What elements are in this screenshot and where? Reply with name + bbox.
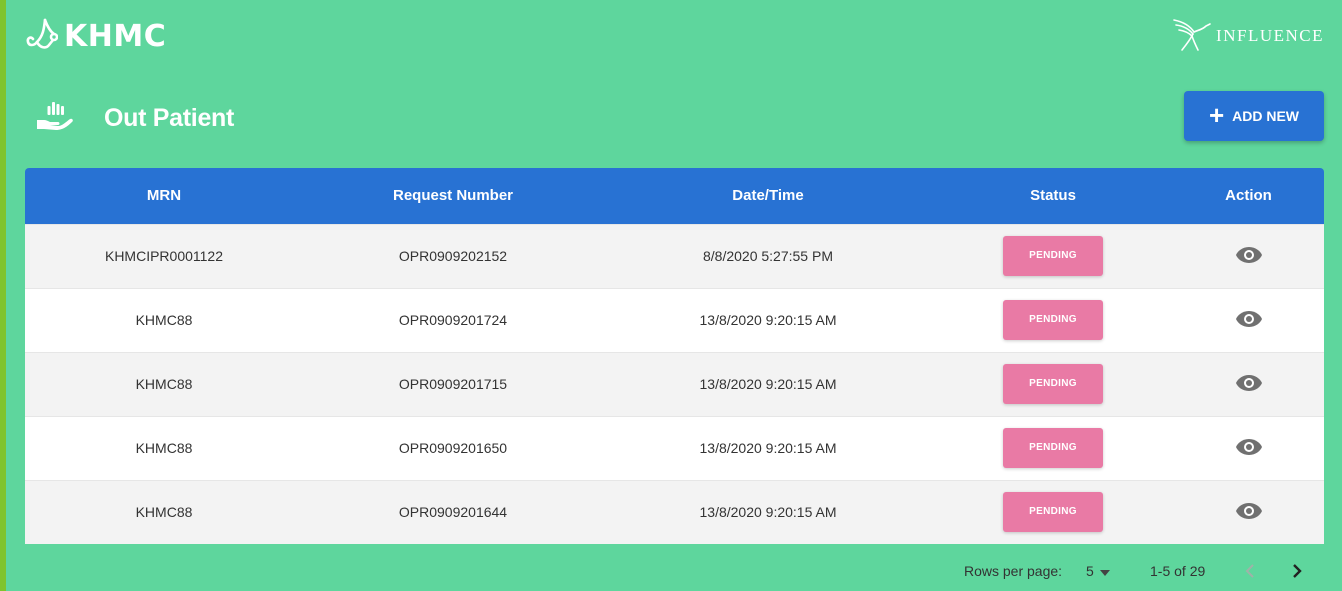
cell-date-time: 8/8/2020 5:27:55 PM	[603, 223, 933, 288]
eye-icon[interactable]	[1235, 309, 1263, 329]
cell-status: PENDING	[933, 415, 1173, 480]
cell-action	[1173, 287, 1324, 352]
eye-icon[interactable]	[1235, 437, 1263, 457]
cell-action	[1173, 415, 1324, 480]
column-header-request-number[interactable]: Request Number	[303, 168, 603, 224]
rows-per-page-select[interactable]: 5	[1086, 563, 1110, 579]
status-badge[interactable]: PENDING	[1003, 364, 1103, 404]
cell-date-time: 13/8/2020 9:20:15 AM	[603, 287, 933, 352]
brand-name: KHMC	[64, 18, 167, 54]
page-range: 1-5 of 29	[1150, 563, 1206, 579]
stethoscope-icon	[24, 16, 59, 57]
status-badge[interactable]: PENDING	[1003, 492, 1103, 533]
eye-icon[interactable]	[1235, 245, 1263, 265]
table-row[interactable]: KHMC88 OPR0909201644 13/8/2020 9:20:15 A…	[25, 479, 1324, 544]
eye-icon[interactable]	[1235, 373, 1263, 393]
table-row[interactable]: KHMCIPR0001122 OPR0909202152 8/8/2020 5:…	[25, 223, 1324, 288]
plus-icon: +	[1208, 100, 1225, 130]
cell-mrn: KHMC88	[25, 351, 303, 416]
add-new-label: ADD NEW	[1232, 108, 1300, 124]
table-row[interactable]: KHMC88 OPR0909201715 13/8/2020 9:20:15 A…	[25, 351, 1324, 416]
status-badge[interactable]: PENDING	[1003, 300, 1103, 340]
brand-logo[interactable]: KHMC	[24, 16, 166, 56]
cell-request-number: OPR0909201715	[303, 351, 603, 416]
cell-request-number: OPR0909201724	[303, 287, 603, 352]
hummingbird-icon	[1172, 16, 1212, 57]
cell-action	[1173, 223, 1324, 288]
partner-name: INFLUENCE	[1216, 26, 1324, 45]
table-header-row: MRN Request Number Date/Time Status Acti…	[25, 168, 1324, 224]
rows-per-page-value: 5	[1086, 563, 1094, 579]
chevron-right-icon[interactable]	[1289, 561, 1305, 584]
status-badge[interactable]: PENDING	[1003, 236, 1103, 276]
rows-per-page-label: Rows per page:	[964, 563, 1063, 579]
cell-action	[1173, 351, 1324, 416]
partner-logo: INFLUENCE	[1172, 16, 1324, 56]
hand-holding-icon	[36, 100, 74, 137]
table-row[interactable]: KHMC88 OPR0909201724 13/8/2020 9:20:15 A…	[25, 287, 1324, 352]
chevron-left-icon[interactable]	[1242, 561, 1258, 584]
column-header-status[interactable]: Status	[933, 168, 1173, 224]
cell-mrn: KHMCIPR0001122	[25, 223, 303, 288]
cell-status: PENDING	[933, 351, 1173, 416]
cell-date-time: 13/8/2020 9:20:15 AM	[603, 351, 933, 416]
pagination: Rows per page: 5 1-5 of 29	[0, 556, 1342, 586]
column-header-date-time[interactable]: Date/Time	[603, 168, 933, 224]
cell-status: PENDING	[933, 223, 1173, 288]
add-new-button[interactable]: + ADD NEW	[1184, 91, 1324, 141]
cell-request-number: OPR0909201650	[303, 415, 603, 480]
page-header: Out Patient	[36, 96, 234, 140]
cell-status: PENDING	[933, 287, 1173, 352]
caret-down-icon	[1099, 563, 1110, 579]
cell-request-number: OPR0909202152	[303, 223, 603, 288]
cell-action	[1173, 479, 1324, 544]
eye-icon[interactable]	[1235, 501, 1263, 521]
cell-mrn: KHMC88	[25, 479, 303, 544]
status-badge[interactable]: PENDING	[1003, 428, 1103, 468]
cell-mrn: KHMC88	[25, 415, 303, 480]
cell-mrn: KHMC88	[25, 287, 303, 352]
cell-date-time: 13/8/2020 9:20:15 AM	[603, 415, 933, 480]
cell-date-time: 13/8/2020 9:20:15 AM	[603, 479, 933, 544]
page-title: Out Patient	[104, 103, 235, 132]
cell-status: PENDING	[933, 479, 1173, 544]
out-patient-table: MRN Request Number Date/Time Status Acti…	[25, 168, 1324, 544]
left-accent-strip	[0, 0, 6, 591]
column-header-action: Action	[1225, 187, 1272, 205]
column-header-mrn[interactable]: MRN	[25, 168, 303, 224]
cell-request-number: OPR0909201644	[303, 479, 603, 544]
table-row[interactable]: KHMC88 OPR0909201650 13/8/2020 9:20:15 A…	[25, 415, 1324, 480]
